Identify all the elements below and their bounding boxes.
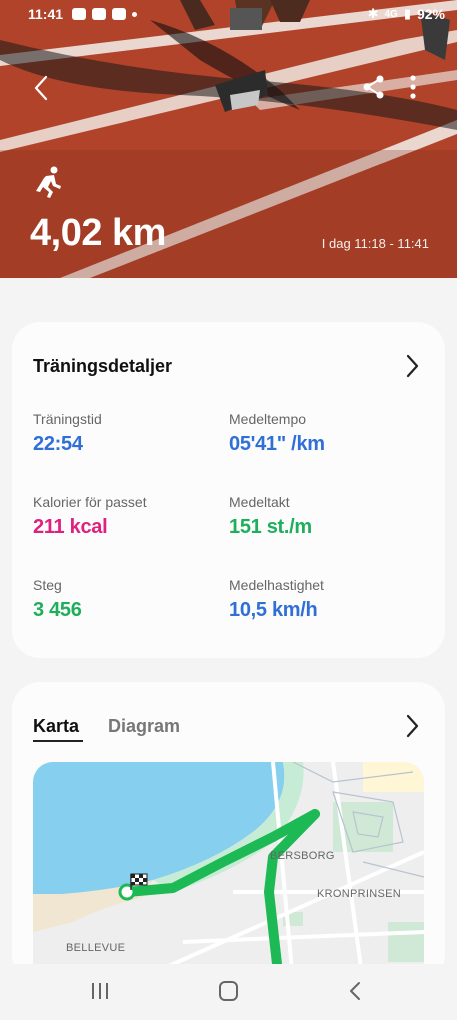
battery-level: 92% [416, 6, 445, 22]
recents-icon[interactable] [90, 982, 110, 1000]
check-icon [112, 8, 126, 20]
tab-diagram[interactable]: Diagram [108, 716, 180, 737]
stat-training-time: Träningstid 22:54 [33, 411, 102, 456]
status-time: 11:41 [28, 6, 64, 22]
stat-label: Medelhastighet [229, 577, 324, 593]
stat-value: 151 st./m [229, 516, 312, 538]
notification-dot-icon [132, 11, 137, 17]
stat-value: 05'41" /km [229, 433, 325, 455]
map-label-kronprinsen: KRONPRINSEN [317, 888, 401, 900]
map-card[interactable]: Karta Diagram BERSBORG KRONPRINSEN BELLE… [12, 682, 445, 982]
status-bar: 11:41 ✱ 4G ▮ 92% [0, 6, 457, 26]
stat-value: 10,5 km/h [229, 599, 318, 621]
system-nav-bar [0, 964, 457, 1020]
card-title: Träningsdetaljer [33, 356, 173, 376]
stat-calories: Kalorier för passet 211 kcal [33, 494, 147, 539]
bluetooth-icon: ✱ [367, 6, 379, 21]
hero-banner: 11:41 ✱ 4G ▮ 92% 4,02 km I dag 11:18 - 1… [0, 0, 457, 278]
chevron-right-icon[interactable] [405, 354, 419, 378]
time-range: I dag 11:18 - 11:41 [321, 236, 429, 251]
active-tab-indicator [33, 740, 83, 742]
running-icon [36, 166, 61, 198]
map-label-bersborg: BERSBORG [270, 850, 335, 862]
share-icon[interactable] [362, 74, 386, 100]
stat-label: Kalorier för passet [33, 494, 147, 510]
app-icon [92, 8, 106, 20]
map-label-bellevue: BELLEVUE [66, 942, 126, 954]
route-map[interactable]: BERSBORG KRONPRINSEN BELLEVUE [33, 762, 424, 982]
stat-label: Medeltempo [229, 411, 307, 427]
back-nav-icon[interactable] [349, 981, 361, 1001]
stat-label: Steg [33, 577, 62, 593]
stat-steps: Steg 3 456 [33, 577, 82, 622]
stat-label: Träningstid [33, 411, 102, 427]
back-icon[interactable] [30, 74, 54, 102]
stat-value: 22:54 [33, 433, 83, 455]
tab-karta[interactable]: Karta [33, 716, 79, 737]
stat-value: 3 456 [33, 599, 82, 621]
stat-avg-pace: Medeltempo 05'41" /km [229, 411, 325, 456]
stat-value: 211 kcal [33, 516, 108, 538]
training-details-card[interactable]: Träningsdetaljer Träningstid 22:54 Medel… [12, 322, 445, 658]
chevron-right-icon[interactable] [405, 714, 419, 738]
network-type: 4G [384, 8, 398, 20]
cloud-icon [72, 8, 86, 20]
stat-label: Medeltakt [229, 494, 290, 510]
distance-value: 4,02 km [30, 212, 166, 254]
signal-icon: ▮ [403, 6, 411, 21]
stat-avg-cadence: Medeltakt 151 st./m [229, 494, 312, 539]
stat-avg-speed: Medelhastighet 10,5 km/h [229, 577, 324, 622]
home-icon[interactable] [219, 981, 238, 1001]
more-icon[interactable] [404, 74, 422, 100]
